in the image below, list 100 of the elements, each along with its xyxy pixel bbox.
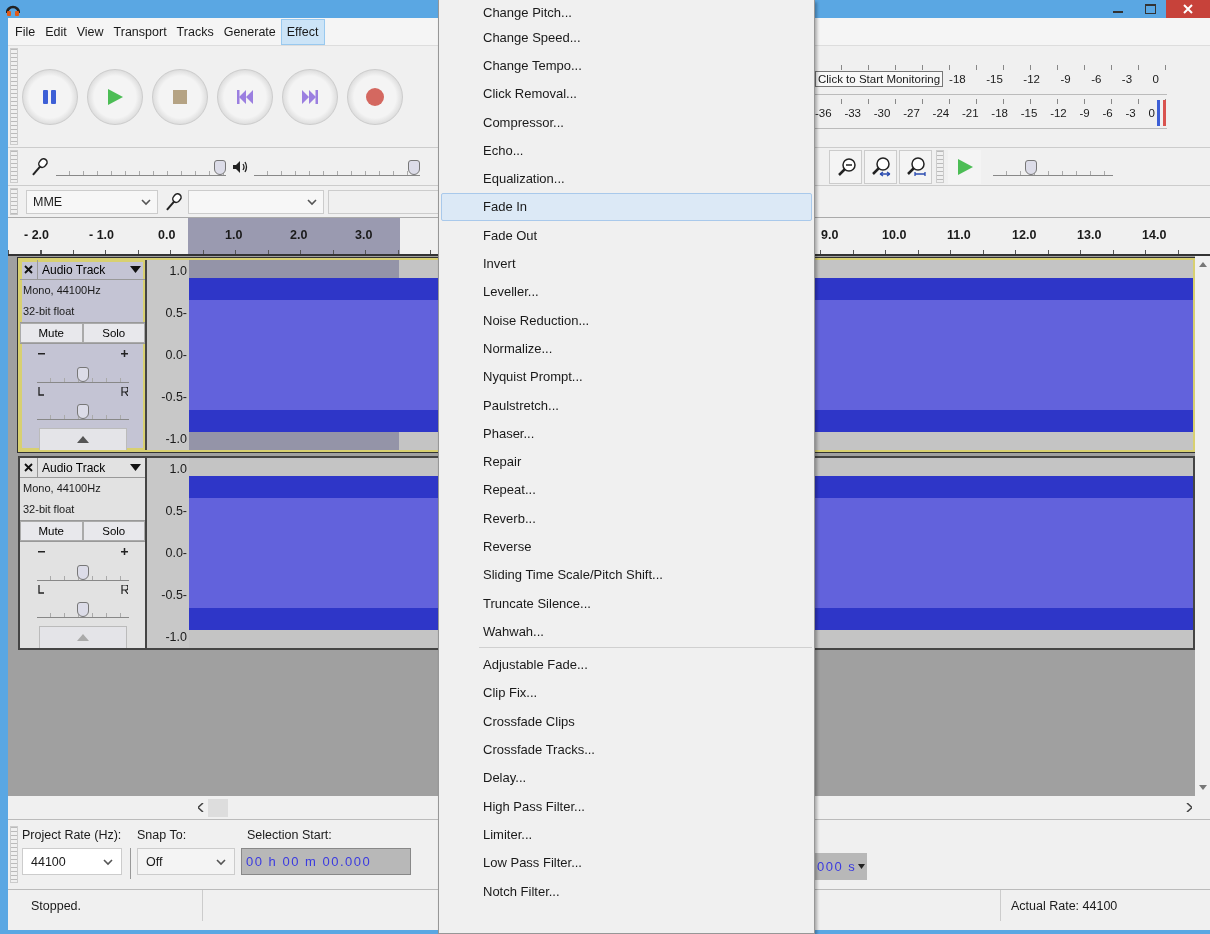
ruler-label: - 1.0: [89, 228, 114, 242]
mute-button[interactable]: Mute: [20, 323, 83, 343]
menu-item[interactable]: Wahwah...: [441, 617, 812, 646]
toolbar-grip[interactable]: [10, 826, 18, 883]
menu-item[interactable]: Clip Fix...: [441, 678, 812, 708]
play-icon: [105, 86, 125, 107]
record-icon: [365, 86, 385, 107]
solo-button[interactable]: Solo: [82, 323, 145, 343]
meter-scale-label: -21: [961, 107, 979, 119]
chevron-down-icon: [103, 857, 113, 866]
chevron-down-icon: [307, 197, 317, 206]
meter-scale-label: -24: [932, 107, 950, 119]
triangle-up-icon: [76, 436, 89, 443]
menu-item[interactable]: Nyquist Prompt...: [441, 362, 812, 391]
zoom-out-button[interactable]: [829, 149, 862, 184]
menu-item[interactable]: Reverb...: [441, 504, 812, 533]
menu-item[interactable]: Limiter...: [441, 820, 812, 849]
menu-item[interactable]: Change Speed...: [441, 23, 812, 52]
menu-item[interactable]: Effect: [280, 18, 325, 45]
plus-icon: [120, 350, 128, 357]
menu-item[interactable]: Crossfade Tracks...: [441, 735, 812, 764]
solo-button[interactable]: Solo: [82, 521, 145, 541]
menu-item[interactable]: Change Tempo...: [441, 51, 812, 80]
menu-item[interactable]: Click Removal...: [441, 79, 812, 108]
slider-thumb[interactable]: [214, 159, 226, 175]
menu-item[interactable]: Fade In: [441, 192, 812, 222]
snap-to-dropdown[interactable]: Off: [137, 848, 235, 875]
menu-item[interactable]: Equalization...: [441, 164, 812, 193]
menu-item[interactable]: Delay...: [441, 763, 812, 792]
close-icon: [24, 265, 33, 274]
menu-item[interactable]: Notch Filter...: [441, 876, 812, 906]
menu-item[interactable]: Normalize...: [441, 334, 812, 363]
menu-item[interactable]: Repair: [441, 447, 812, 476]
time-field[interactable]: 000 s: [815, 853, 868, 880]
slider-thumb[interactable]: [1025, 159, 1038, 175]
menu-item[interactable]: Sliding Time Scale/Pitch Shift...: [441, 560, 812, 589]
minus-icon: [37, 350, 45, 357]
menu-item[interactable]: Paulstretch...: [441, 390, 812, 420]
menu-item[interactable]: View: [71, 19, 109, 44]
track-name-menu[interactable]: Audio Track: [38, 260, 145, 279]
menu-item[interactable]: Compressor...: [441, 107, 812, 137]
menu-item[interactable]: Adjustable Fade...: [441, 650, 812, 679]
project-rate-dropdown[interactable]: 44100: [22, 848, 122, 875]
meter-scale-label: -3: [1121, 73, 1133, 85]
menu-item[interactable]: Echo...: [441, 136, 812, 165]
meter-scale-label: -18: [991, 107, 1008, 119]
collapse-track-button[interactable]: [38, 626, 127, 648]
menu-item[interactable]: Repeat...: [441, 475, 812, 505]
menu-item[interactable]: Transport: [108, 19, 172, 44]
toolbar-grip[interactable]: [10, 150, 18, 183]
scroll-left-icon[interactable]: [198, 803, 204, 812]
slider-thumb[interactable]: [76, 602, 89, 617]
menu-item[interactable]: Reverse: [441, 532, 812, 561]
menu-item[interactable]: Noise Reduction...: [441, 305, 812, 335]
slider-thumb[interactable]: [76, 404, 89, 419]
playback-meter[interactable]: -36 -33 -30 -27 -24 -21 -18 -15 -12 -9 -6 -3 0: [815, 98, 1167, 129]
selection-region[interactable]: [188, 218, 400, 254]
menu-item[interactable]: Truncate Silence...: [441, 588, 812, 618]
menu-item[interactable]: Edit: [40, 19, 72, 44]
slider-thumb[interactable]: [408, 159, 420, 175]
play-at-speed-button[interactable]: [948, 149, 981, 184]
track-info-text: 32-bit float: [22, 304, 76, 319]
track-name-menu[interactable]: Audio Track: [38, 458, 145, 477]
fit-selection-icon: [870, 156, 891, 177]
menu-item[interactable]: Crossfade Clips: [441, 707, 812, 736]
ruler-label: 1.0: [225, 228, 243, 242]
left-channel-icon: [37, 585, 45, 594]
waveform-drawing[interactable]: [189, 260, 438, 450]
menu-item[interactable]: Low Pass Filter...: [441, 848, 812, 877]
audio-host-dropdown[interactable]: MME: [26, 189, 158, 214]
menu-item[interactable]: Change Pitch...: [441, 1, 812, 23]
meter-scale-label: -3: [1125, 107, 1136, 119]
record-meter[interactable]: Click to Start Monitoring -18 -15 -12 -9 -6 -3 0: [815, 64, 1167, 95]
toolbar-grip[interactable]: [10, 48, 18, 145]
slider-thumb[interactable]: [76, 565, 89, 580]
time-field[interactable]: 00 h 00 m 00.000: [241, 848, 411, 875]
maximize-icon[interactable]: [1144, 4, 1156, 14]
menu-item[interactable]: Phaser...: [441, 419, 812, 448]
menu-item[interactable]: Fade Out: [441, 221, 812, 250]
amplitude-label: 0.5-: [165, 504, 187, 518]
menu-item[interactable]: File: [10, 19, 41, 44]
ruler-label: 14.0: [1142, 228, 1167, 242]
amplitude-label: -0.5-: [161, 390, 187, 404]
mute-button[interactable]: Mute: [20, 521, 83, 541]
scroll-right-icon[interactable]: [1186, 803, 1192, 812]
fit-selection-button[interactable]: [864, 149, 897, 184]
vertical-scrollbar[interactable]: [1195, 256, 1210, 796]
menu-item[interactable]: Invert: [441, 249, 812, 278]
zoom-fit-button[interactable]: [899, 149, 932, 184]
menu-item[interactable]: Generate: [218, 19, 281, 44]
collapse-track-button[interactable]: [38, 428, 127, 450]
slider-thumb[interactable]: [76, 367, 89, 382]
toolbar-grip[interactable]: [936, 150, 944, 183]
menu-item[interactable]: Leveller...: [441, 277, 812, 306]
chevron-down-icon: [216, 857, 226, 866]
toolbar-grip[interactable]: [10, 188, 18, 215]
ruler-label: 13.0: [1077, 228, 1102, 242]
close-icon[interactable]: [1183, 4, 1193, 14]
menu-item[interactable]: High Pass Filter...: [441, 792, 812, 821]
menu-item[interactable]: Tracks: [171, 19, 219, 44]
